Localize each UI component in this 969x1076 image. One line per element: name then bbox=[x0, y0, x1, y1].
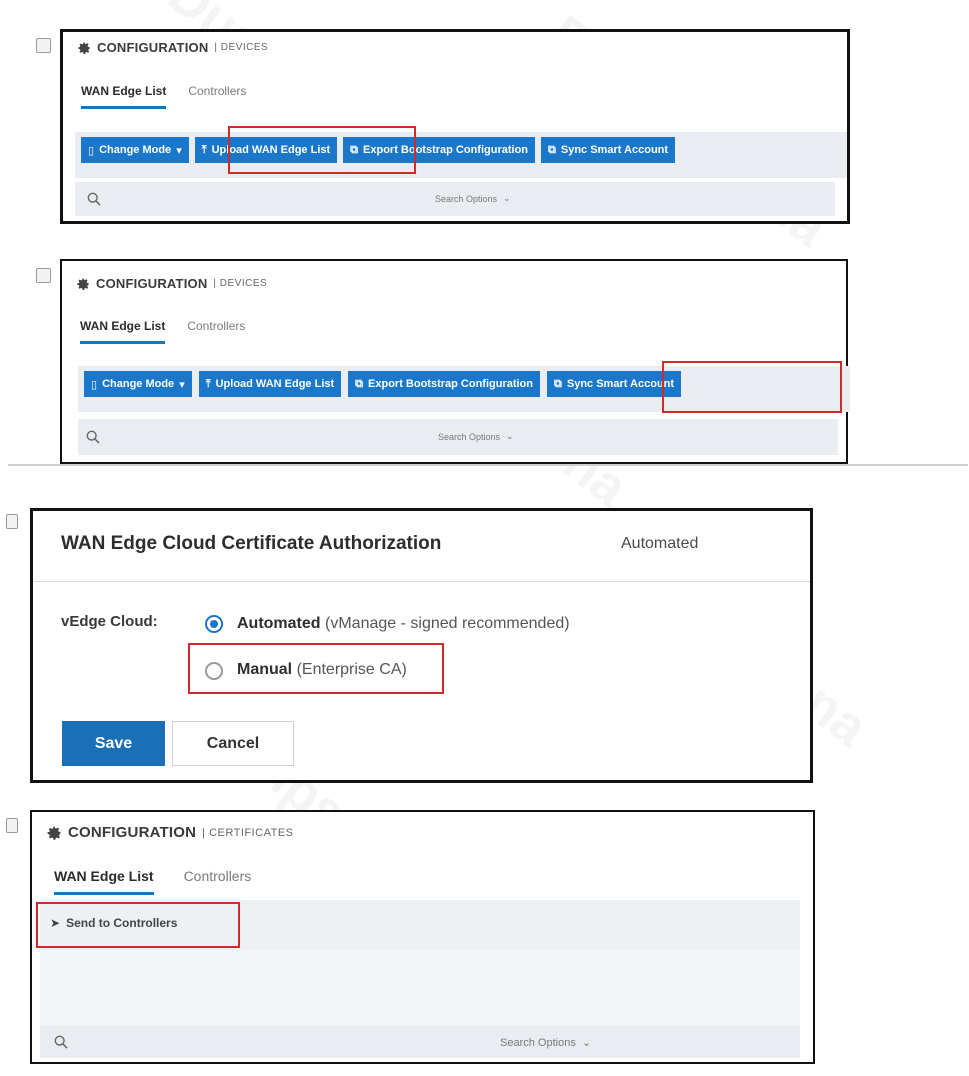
search-bar[interactable]: Search Options ⌄ bbox=[75, 182, 835, 216]
tab-wan-edge-list[interactable]: WAN Edge List bbox=[81, 84, 167, 109]
highlight-upload-wan-edge-list bbox=[228, 126, 416, 174]
action-toolbar: ▯ Change Mode ▾ ⤒ Upload WAN Edge List ⧉ Exp… bbox=[75, 132, 847, 178]
search-bar[interactable]: Search Options ⌄ bbox=[78, 419, 838, 455]
cert-panel-title: WAN Edge Cloud Certificate Authorization bbox=[61, 533, 442, 554]
upload-wan-edge-list-button[interactable]: ⤒ Upload WAN Edge List bbox=[198, 371, 342, 397]
chevron-down-icon: ▾ bbox=[179, 378, 185, 391]
search-options-dropdown[interactable]: Search Options ⌄ bbox=[438, 431, 514, 442]
page-subtitle: | DEVICES bbox=[213, 278, 268, 289]
row-checkbox[interactable] bbox=[36, 38, 51, 53]
gear-icon bbox=[47, 826, 61, 840]
row-checkbox[interactable] bbox=[6, 514, 18, 529]
cert-mode-value: Automated bbox=[621, 535, 699, 552]
highlight-sync-smart-account bbox=[662, 361, 842, 413]
tab-controllers[interactable]: Controllers bbox=[188, 84, 246, 109]
panel-header: CONFIGURATION | CERTIFICATES bbox=[46, 824, 813, 841]
search-icon bbox=[87, 192, 101, 206]
chevron-down-icon: ⌄ bbox=[503, 193, 511, 203]
sync-smart-account-button[interactable]: ⧉ Sync Smart Account bbox=[541, 137, 676, 163]
tab-wan-edge-list[interactable]: WAN Edge List bbox=[80, 319, 166, 344]
page-subtitle: | DEVICES bbox=[214, 42, 269, 53]
tab-controllers[interactable]: Controllers bbox=[184, 868, 252, 895]
page-title: CONFIGURATION bbox=[96, 276, 208, 291]
change-mode-button[interactable]: ▯ Change Mode ▾ bbox=[81, 137, 189, 163]
tab-bar: WAN Edge List Controllers bbox=[80, 319, 245, 344]
tab-controllers[interactable]: Controllers bbox=[187, 319, 245, 344]
divider bbox=[8, 464, 968, 466]
upload-icon: ⤒ bbox=[201, 143, 207, 156]
content-area bbox=[40, 950, 800, 1026]
automated-radio[interactable] bbox=[205, 615, 223, 633]
change-mode-button[interactable]: ▯ Change Mode ▾ bbox=[84, 371, 192, 397]
cancel-button[interactable]: Cancel bbox=[172, 721, 294, 766]
automated-option[interactable]: Automated (vManage - signed recommended) bbox=[237, 615, 570, 633]
devices-panel-upload: CONFIGURATION | DEVICES WAN Edge List Co… bbox=[60, 29, 850, 224]
page-subtitle: | CERTIFICATES bbox=[202, 826, 294, 839]
export-bootstrap-button[interactable]: ⧉ Export Bootstrap Configuration bbox=[348, 371, 541, 397]
chevron-down-icon: ▾ bbox=[176, 144, 182, 157]
search-icon bbox=[86, 430, 100, 444]
mode-icon: ▯ bbox=[91, 378, 98, 391]
chevron-down-icon: ⌄ bbox=[506, 431, 514, 441]
mode-icon: ▯ bbox=[88, 144, 95, 157]
tab-bar: WAN Edge List Controllers bbox=[81, 84, 246, 109]
chevron-down-icon: ⌄ bbox=[581, 1037, 592, 1049]
panel-header: CONFIGURATION | DEVICES bbox=[76, 276, 846, 291]
highlight-manual-option bbox=[188, 643, 444, 694]
tab-wan-edge-list[interactable]: WAN Edge List bbox=[54, 868, 154, 895]
row-checkbox[interactable] bbox=[36, 268, 51, 283]
save-button[interactable]: Save bbox=[62, 721, 165, 766]
vedge-cloud-label: vEdge Cloud: bbox=[61, 613, 158, 630]
upload-icon: ⤒ bbox=[205, 377, 211, 390]
divider bbox=[33, 581, 810, 582]
sync-icon: ⧉ bbox=[548, 143, 556, 156]
gear-icon bbox=[77, 277, 89, 290]
search-icon bbox=[54, 1035, 68, 1049]
panel-header: CONFIGURATION | DEVICES bbox=[77, 40, 847, 55]
search-options-dropdown[interactable]: Search Options ⌄ bbox=[435, 193, 511, 204]
sync-smart-account-button[interactable]: ⧉ Sync Smart Account bbox=[547, 371, 682, 397]
page-title: CONFIGURATION bbox=[68, 824, 197, 841]
gear-icon bbox=[78, 41, 90, 54]
search-options-dropdown[interactable]: Search Options ⌄ bbox=[500, 1036, 592, 1050]
row-checkbox[interactable] bbox=[6, 818, 18, 833]
tab-bar: WAN Edge List Controllers bbox=[54, 868, 251, 895]
search-bar[interactable]: Search Options ⌄ bbox=[40, 1026, 800, 1058]
highlight-send-to-controllers bbox=[36, 902, 240, 948]
page-title: CONFIGURATION bbox=[97, 40, 209, 55]
export-icon: ⧉ bbox=[355, 377, 364, 390]
sync-icon: ⧉ bbox=[554, 377, 562, 390]
